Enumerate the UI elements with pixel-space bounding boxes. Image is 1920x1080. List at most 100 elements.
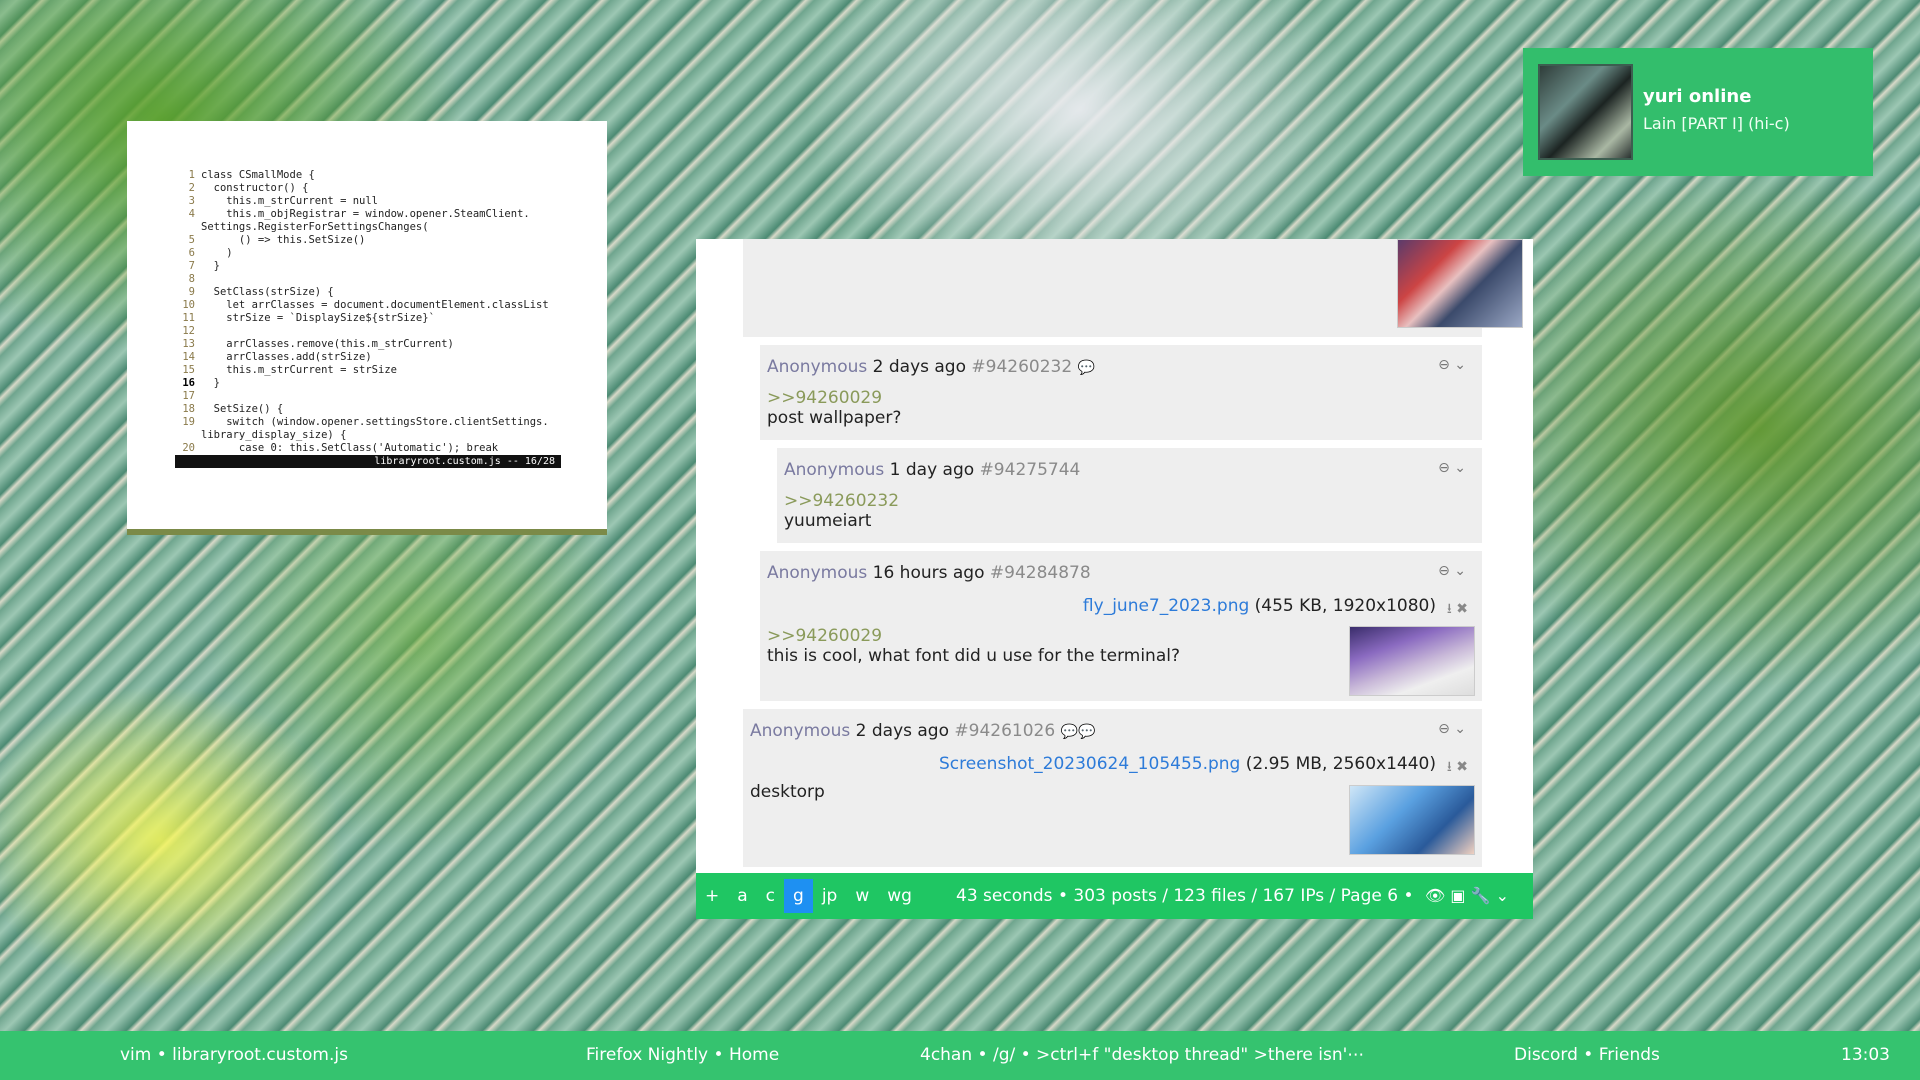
post-name: Anonymous: [767, 357, 868, 377]
post-time: 16 hours ago: [872, 563, 985, 583]
update-timer[interactable]: 43 seconds: [956, 886, 1053, 906]
taskbar-clock: 13:03: [1841, 1045, 1890, 1065]
taskbar-item-discord[interactable]: Discord • Friends: [1514, 1045, 1660, 1065]
line-number: 8: [188, 273, 195, 285]
code-line: 6 ): [175, 247, 585, 260]
taskbar-item-4chan[interactable]: 4chan • /g/ • >ctrl+f "desktop thread" >…: [920, 1045, 1364, 1065]
chevron-down-icon[interactable]: ⌄: [1454, 357, 1466, 373]
line-number: 12: [182, 325, 195, 337]
code-text: this.m_strCurrent = null: [201, 195, 379, 207]
code-line: 8: [175, 273, 585, 286]
line-number: 18: [182, 403, 195, 415]
post-time: 2 days ago: [872, 357, 966, 377]
code-line: 13 arrClasses.remove(this.m_strCurrent): [175, 338, 585, 351]
line-number: 20: [182, 442, 195, 454]
code-text: this.m_objRegistrar = window.opener.Stea…: [201, 208, 530, 220]
board-link-jp[interactable]: jp: [813, 879, 847, 913]
navbar-icons: 👁 ▣ 🔧 ⌄: [1425, 873, 1509, 919]
board-link-plus[interactable]: +: [696, 879, 728, 913]
thread-view[interactable]: Anonymous 2 days ago #94260232 💬 ⊖ ⌄ >>9…: [696, 239, 1533, 873]
hide-icon[interactable]: ⊖: [1438, 563, 1450, 579]
line-number: 2: [188, 182, 195, 194]
line-number: 11: [182, 312, 195, 324]
hide-icon[interactable]: ⊖: [1438, 721, 1450, 737]
board-link-c[interactable]: c: [757, 879, 784, 913]
code-text: case 0: this.SetClass('Automatic'); brea…: [201, 442, 499, 454]
code-text: arrClasses.remove(this.m_strCurrent): [201, 338, 454, 350]
post-body: desktorp: [750, 782, 825, 802]
file-info: Screenshot_20230624_105455.png (2.95 MB,…: [939, 754, 1436, 774]
post-id[interactable]: #94260232: [971, 357, 1072, 377]
post-thumbnail[interactable]: [1349, 785, 1475, 855]
download-icon[interactable]: ⭳: [1447, 601, 1452, 617]
code-line: 2 constructor() {: [175, 182, 585, 195]
chevron-down-icon[interactable]: ⌄: [1454, 563, 1466, 579]
line-number: 6: [188, 247, 195, 259]
wrench-icon[interactable]: 🔧: [1471, 886, 1491, 905]
post-quote-link[interactable]: >>94260029: [767, 388, 882, 408]
taskbar-item-vim[interactable]: vim • libraryroot.custom.js: [120, 1045, 348, 1065]
code-text: SetClass(strSize) {: [201, 286, 334, 298]
file-info: fly_june7_2023.png (455 KB, 1920x1080): [1083, 596, 1436, 616]
line-number: 14: [182, 351, 195, 363]
line-number: 10: [182, 299, 195, 311]
post-thumbnail[interactable]: [1397, 239, 1523, 328]
music-notification[interactable]: yuri online Lain [PART I] (hi-c): [1523, 48, 1873, 176]
reply-bubble-icon[interactable]: 💬: [1078, 360, 1095, 376]
chevron-down-icon[interactable]: ⌄: [1454, 460, 1466, 476]
hide-icon[interactable]: ⊖: [1438, 357, 1450, 373]
image-icon[interactable]: ▣: [1450, 886, 1465, 905]
code-text: ): [201, 247, 233, 259]
code-line: Settings.RegisterForSettingsChanges(: [175, 221, 585, 234]
line-number: 3: [188, 195, 195, 207]
code-line: 11 strSize = `DisplaySize${strSize}`: [175, 312, 585, 325]
taskbar-item-firefox[interactable]: Firefox Nightly • Home: [586, 1045, 779, 1065]
board-link-wg[interactable]: wg: [878, 879, 921, 913]
code-line: 16 }: [175, 377, 585, 390]
code-line: 12: [175, 325, 585, 338]
code-text: let arrClasses = document.documentElemen…: [201, 299, 549, 311]
file-link[interactable]: Screenshot_20230624_105455.png: [939, 754, 1240, 774]
code-line: 5 () => this.SetSize(): [175, 234, 585, 247]
post-counts: 303 posts / 123 files / 167 IPs / Page 6: [1073, 886, 1399, 906]
line-number: 19: [182, 416, 195, 428]
file-link[interactable]: fly_june7_2023.png: [1083, 596, 1249, 616]
post-thumbnail[interactable]: [1349, 626, 1475, 696]
download-icon[interactable]: ⭳: [1447, 759, 1452, 775]
post-name: Anonymous: [784, 460, 885, 480]
board-link-a[interactable]: a: [728, 879, 756, 913]
board-link-g[interactable]: g: [784, 879, 813, 913]
post-quote-link[interactable]: >>94260232: [784, 491, 899, 511]
code-line: 3 this.m_strCurrent = null: [175, 195, 585, 208]
reply-bubble-icon[interactable]: 💬💬: [1061, 724, 1096, 740]
eye-icon[interactable]: 👁: [1425, 886, 1445, 905]
code-line: 18 SetSize() {: [175, 403, 585, 416]
post-controls: ⊖ ⌄: [1438, 563, 1466, 579]
close-icon[interactable]: ✖: [1456, 601, 1468, 617]
board-link-w[interactable]: w: [846, 879, 878, 913]
hide-icon[interactable]: ⊖: [1438, 460, 1450, 476]
line-number: 13: [182, 338, 195, 350]
post-header: Anonymous 2 days ago #94260232 💬: [767, 357, 1095, 377]
code-line: library_display_size) {: [175, 429, 585, 442]
code-line: 17: [175, 390, 585, 403]
line-number: [175, 429, 195, 442]
code-text: Settings.RegisterForSettingsChanges(: [201, 221, 429, 233]
notification-subtitle: Lain [PART I] (hi-c): [1643, 114, 1790, 133]
post-time: 2 days ago: [855, 721, 949, 741]
code-line: 20 case 0: this.SetClass('Automatic'); b…: [175, 442, 585, 455]
post-id[interactable]: #94275744: [980, 460, 1081, 480]
code-text: }: [201, 260, 220, 272]
vim-window[interactable]: 1 class CSmallMode {2 constructor() {3 th…: [127, 121, 607, 529]
line-number: 9: [188, 286, 195, 298]
chevron-down-icon[interactable]: ⌄: [1496, 886, 1509, 905]
post-id[interactable]: #94284878: [990, 563, 1091, 583]
post-quote-link[interactable]: >>94260029: [767, 626, 882, 646]
post: Anonymous 16 hours ago #94284878 ⊖ ⌄ fly…: [760, 551, 1482, 701]
line-number: 5: [188, 234, 195, 246]
code-editor[interactable]: 1 class CSmallMode {2 constructor() {3 th…: [175, 169, 585, 455]
close-icon[interactable]: ✖: [1456, 759, 1468, 775]
post-id[interactable]: #94261026: [954, 721, 1055, 741]
chevron-down-icon[interactable]: ⌄: [1454, 721, 1466, 737]
post-controls: ⊖ ⌄: [1438, 357, 1466, 373]
